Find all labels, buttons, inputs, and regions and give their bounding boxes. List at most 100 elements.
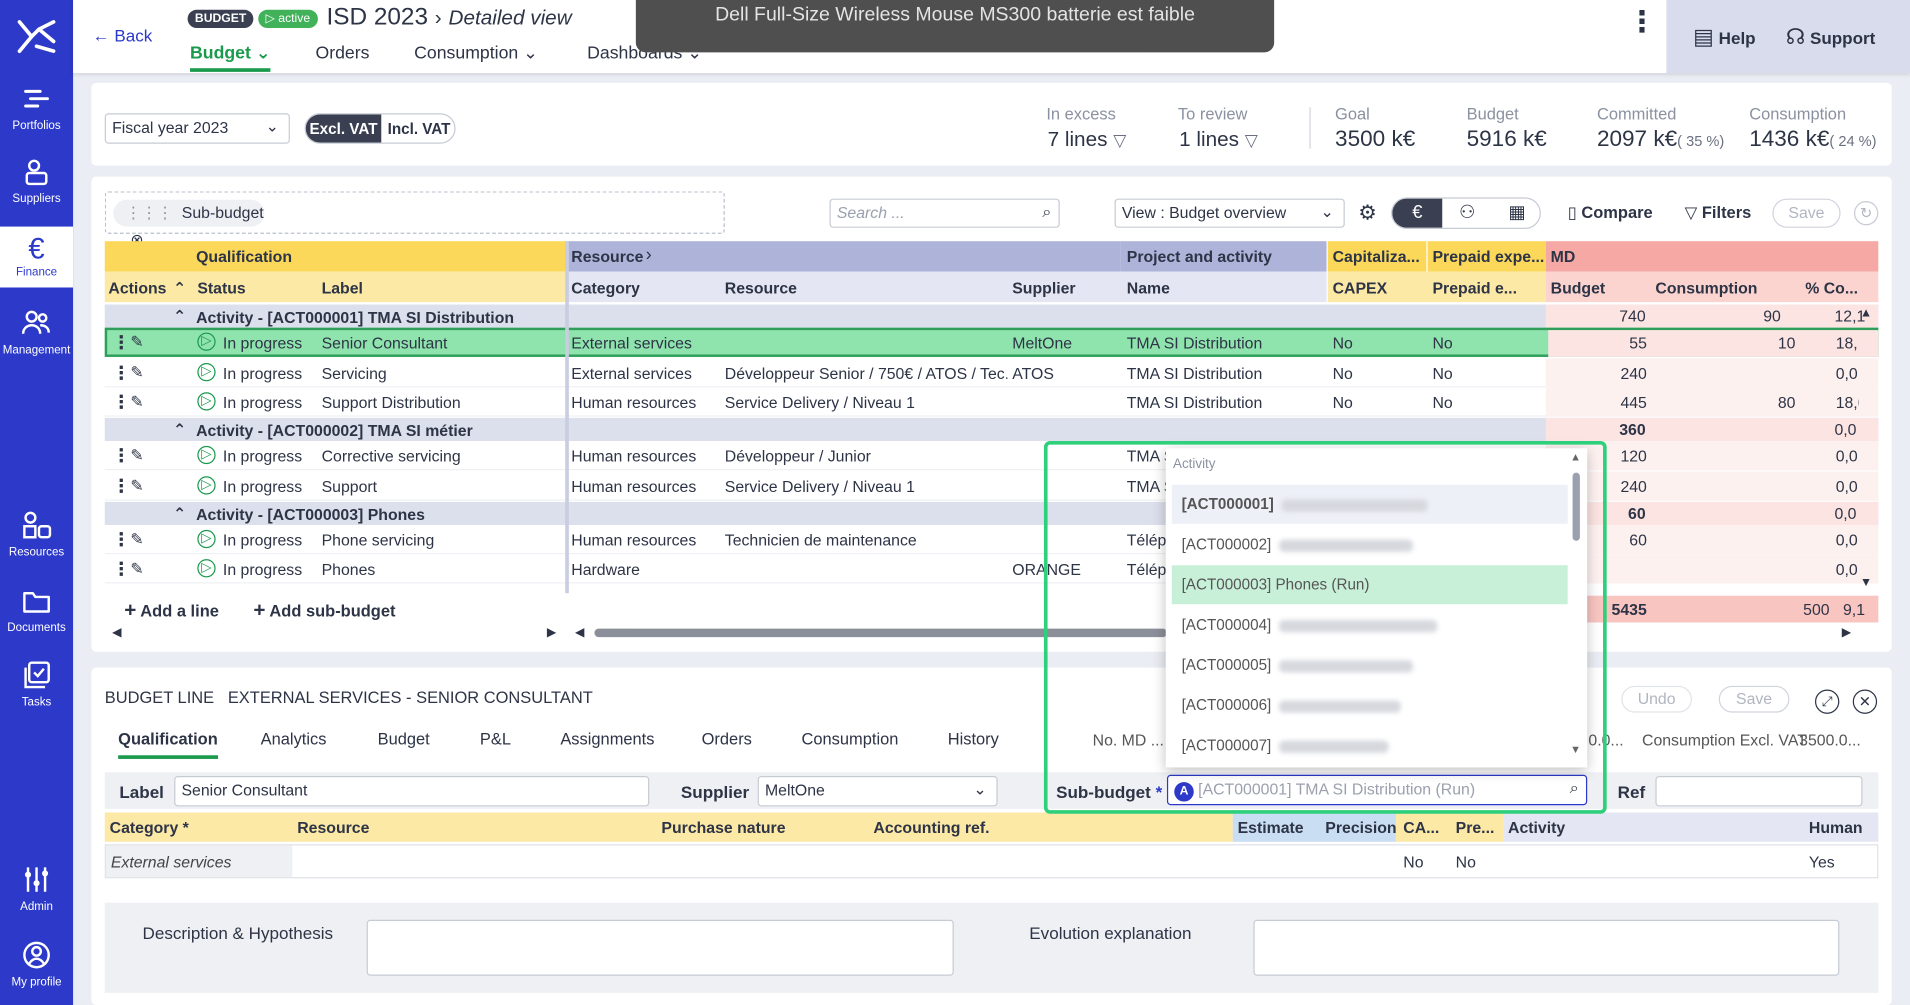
grid-header-3[interactable]: Accounting ref. (873, 819, 989, 837)
sidebar-item-tasks[interactable]: Tasks (0, 659, 73, 713)
evolution-textarea[interactable] (1253, 919, 1840, 976)
detail-tab-analytics[interactable]: Analytics (261, 730, 327, 748)
fiscal-year-select[interactable]: Fiscal year 2023 ⌄ (104, 113, 290, 144)
chevron-up-icon[interactable]: ⌃ (173, 420, 186, 439)
undo-button[interactable]: Undo (1621, 685, 1692, 713)
sidebar-item-resources[interactable]: Resources (0, 509, 73, 563)
sidebar-item-portfolios[interactable]: Portfolios (0, 83, 73, 137)
edit-pencil-icon[interactable]: ✎ (130, 530, 143, 549)
grid-header-6[interactable]: CA... (1403, 819, 1439, 837)
sidebar-item-management[interactable]: Management (0, 307, 73, 361)
tab-consumption[interactable]: Consumption ⌄ (414, 44, 538, 63)
detail-tab-consumption[interactable]: Consumption (802, 730, 899, 748)
col-consumption[interactable]: Consumption (1655, 279, 1757, 297)
grid-header-2[interactable]: Purchase nature (661, 819, 785, 837)
detail-tab-budget[interactable]: Budget (378, 730, 430, 748)
row-actions-menu-icon[interactable]: ⋮ (112, 362, 130, 384)
edit-pencil-icon[interactable]: ✎ (130, 476, 143, 495)
add-line-button[interactable]: + Add a line (124, 598, 219, 622)
group-chip-sub-budget[interactable]: ⋮⋮⋮ Sub-budget ⊗ (113, 199, 265, 249)
tab-orders[interactable]: Orders (315, 44, 369, 63)
detail-tab-qualification[interactable]: Qualification (118, 730, 218, 759)
col-supplier[interactable]: Supplier (1012, 279, 1075, 297)
in-excess-value[interactable]: 7 lines ▽ (1048, 128, 1127, 152)
ref-input[interactable] (1655, 775, 1863, 807)
edit-pencil-icon[interactable]: ✎ (130, 392, 143, 411)
col-actions[interactable]: Actions (108, 279, 166, 297)
scroll-down-icon[interactable]: ▼ (1860, 576, 1872, 589)
detail-tab-history[interactable]: History (948, 730, 999, 748)
back-link[interactable]: ← Back (93, 26, 153, 45)
col-prepaid[interactable]: Prepaid e... (1432, 279, 1542, 297)
grid-header-5[interactable]: Precision (1325, 819, 1396, 837)
detail-tab-pl[interactable]: P&L (480, 730, 511, 748)
detail-tab-orders[interactable]: Orders (702, 730, 752, 748)
sidebar-item-finance[interactable]: € Finance (0, 226, 74, 288)
col-budget[interactable]: Budget (1551, 279, 1606, 297)
app-logo-icon[interactable] (15, 15, 59, 59)
description-textarea[interactable] (366, 919, 954, 976)
edit-pencil-icon[interactable]: ✎ (130, 559, 143, 578)
col-label[interactable]: Label (322, 279, 363, 297)
grid-header-0[interactable]: Category * (110, 819, 189, 837)
collapse-all-icon[interactable]: ⌃ (173, 279, 186, 298)
view-select[interactable]: View : Budget overview ⌄ (1114, 198, 1345, 228)
sidebar-item-documents[interactable]: Documents (0, 585, 73, 639)
vertical-scrollbar[interactable]: ▲ ▼ (1860, 307, 1877, 590)
col-resource[interactable]: Resource (725, 279, 797, 297)
grid-header-8[interactable]: Activity (1508, 819, 1565, 837)
sidebar-item-admin[interactable]: Admin (0, 864, 73, 918)
grid-header-9[interactable]: Human (1809, 819, 1863, 837)
excl-vat-option[interactable]: Excl. VAT (305, 114, 382, 143)
edit-pencil-icon[interactable]: ✎ (130, 446, 143, 465)
row-actions-menu-icon[interactable]: ⋮ (112, 445, 130, 467)
filters-button[interactable]: ▽ Filters (1685, 203, 1752, 222)
scroll-right-icon[interactable]: ▶ (547, 626, 556, 639)
activity-group-row[interactable]: ⌃ Activity - [ACT000001] TMA SI Distribut… (104, 304, 1879, 328)
grid-header-7[interactable]: Pre... (1456, 819, 1495, 837)
more-menu-icon[interactable]: ⋮ (1627, 8, 1656, 37)
euro-mode-icon[interactable]: € (1392, 198, 1443, 228)
scroll-left-icon[interactable]: ◀ (575, 626, 584, 639)
sidebar-item-my-profile[interactable]: My profile (0, 939, 73, 993)
supplier-select[interactable]: MeltOne ⌄ (757, 775, 998, 807)
col-status[interactable]: Status (197, 279, 245, 297)
people-mode-icon[interactable]: ⚇ (1442, 199, 1492, 228)
grid-header-1[interactable]: Resource (297, 819, 369, 837)
building-mode-icon[interactable]: ▦ (1492, 199, 1540, 228)
activity-group-row[interactable]: ⌃ Activity - [ACT000003] Phones 60 0,0 (104, 501, 1879, 526)
row-actions-menu-icon[interactable]: ⋮ (112, 529, 130, 551)
row-actions-menu-icon[interactable]: ⋮ (112, 558, 130, 580)
expand-icon[interactable]: ⤢ (1814, 689, 1840, 714)
col-capex[interactable]: CAPEX (1333, 279, 1388, 297)
close-icon[interactable]: ✕ (1852, 689, 1878, 714)
detail-save-button[interactable]: Save (1718, 685, 1790, 713)
tab-budget[interactable]: Budget ⌄ (190, 44, 271, 72)
col-percent-consumption[interactable]: % Co... (1805, 279, 1876, 297)
detail-grid-row[interactable]: External services No No Yes (104, 844, 1879, 879)
scroll-left-icon[interactable]: ◀ (112, 626, 121, 639)
support-button[interactable]: ☊ Support (1786, 24, 1876, 50)
chevron-up-icon[interactable]: ⌃ (173, 504, 186, 523)
add-sub-budget-button[interactable]: + Add sub-budget (253, 598, 395, 622)
row-actions-menu-icon[interactable]: ⋮ (112, 331, 130, 354)
incl-vat-option[interactable]: Incl. VAT (381, 115, 454, 143)
detail-tab-assignments[interactable]: Assignments (560, 730, 654, 748)
help-button[interactable]: ▤ Help (1693, 24, 1755, 50)
col-category[interactable]: Category (571, 279, 640, 297)
activity-group-row[interactable]: ⌃ Activity - [ACT000002] TMA SI métier 36… (104, 417, 1879, 441)
chevron-right-icon[interactable]: › (646, 245, 652, 266)
chevron-up-icon[interactable]: ⌃ (173, 307, 186, 326)
edit-pencil-icon[interactable]: ✎ (130, 363, 143, 382)
to-review-value[interactable]: 1 lines ▽ (1179, 128, 1258, 152)
scroll-up-icon[interactable]: ▲ (1860, 307, 1872, 320)
label-input[interactable]: Senior Consultant (174, 775, 650, 807)
grid-header-4[interactable]: Estimate (1238, 819, 1304, 837)
col-name[interactable]: Name (1127, 279, 1170, 297)
scroll-right-icon[interactable]: ▶ (1842, 626, 1851, 639)
settings-gear-icon[interactable]: ⚙ (1358, 201, 1377, 225)
group-by-dropzone[interactable]: ⋮⋮⋮ Sub-budget ⊗ (104, 191, 725, 249)
row-actions-menu-icon[interactable]: ⋮ (112, 391, 130, 413)
edit-pencil-icon[interactable]: ✎ (130, 333, 143, 352)
search-input[interactable]: Search ... ⌕ (829, 198, 1060, 228)
